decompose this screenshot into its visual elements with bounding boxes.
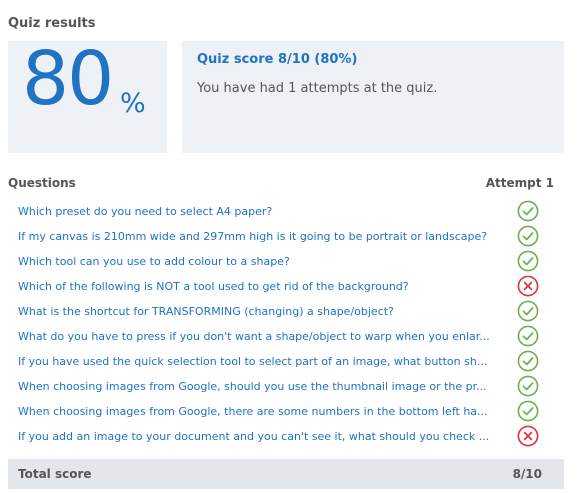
- check-circle-icon: [517, 225, 539, 247]
- check-circle-icon: [517, 300, 539, 322]
- score-percent-sign: %: [120, 88, 146, 119]
- question-link[interactable]: If you add an image to your document and…: [18, 430, 498, 443]
- total-score-value: 8/10: [512, 467, 542, 481]
- attempts-text: You have had 1 attempts at the quiz.: [197, 81, 438, 96]
- check-circle-icon: [517, 325, 539, 347]
- check-circle-icon: [517, 200, 539, 222]
- score-percent-value: 80: [22, 36, 114, 122]
- quiz-results-heading: Quiz results: [8, 16, 96, 31]
- check-circle-icon: [517, 250, 539, 272]
- question-row: Which tool can you use to add colour to …: [8, 249, 564, 274]
- check-circle-icon: [517, 350, 539, 372]
- question-list: Which preset do you need to select A4 pa…: [8, 199, 564, 449]
- total-score-label: Total score: [18, 467, 92, 481]
- x-circle-icon: [517, 425, 539, 447]
- question-row: Which of the following is NOT a tool use…: [8, 274, 564, 299]
- total-score-row: Total score 8/10: [8, 459, 564, 489]
- question-row: If you have used the quick selection too…: [8, 349, 564, 374]
- question-link[interactable]: Which of the following is NOT a tool use…: [18, 280, 498, 293]
- check-circle-icon: [517, 375, 539, 397]
- questions-column-header: Questions: [8, 176, 76, 190]
- question-row: When choosing images from Google, there …: [8, 399, 564, 424]
- question-row: If you add an image to your document and…: [8, 424, 564, 449]
- question-link[interactable]: When choosing images from Google, there …: [18, 405, 498, 418]
- question-link[interactable]: Which preset do you need to select A4 pa…: [18, 205, 498, 218]
- attempt-column-header: Attempt 1: [485, 176, 554, 190]
- check-circle-icon: [517, 400, 539, 422]
- question-row: If my canvas is 210mm wide and 297mm hig…: [8, 224, 564, 249]
- question-link[interactable]: If my canvas is 210mm wide and 297mm hig…: [18, 230, 498, 243]
- question-link[interactable]: When choosing images from Google, should…: [18, 380, 498, 393]
- question-link[interactable]: What do you have to press if you don't w…: [18, 330, 498, 343]
- question-link[interactable]: What is the shortcut for TRANSFORMING (c…: [18, 305, 498, 318]
- quiz-score-title: Quiz score 8/10 (80%): [197, 52, 358, 67]
- question-link[interactable]: If you have used the quick selection too…: [18, 355, 498, 368]
- question-link[interactable]: Which tool can you use to add colour to …: [18, 255, 498, 268]
- question-row: When choosing images from Google, should…: [8, 374, 564, 399]
- question-row: What is the shortcut for TRANSFORMING (c…: [8, 299, 564, 324]
- x-circle-icon: [517, 275, 539, 297]
- question-row: What do you have to press if you don't w…: [8, 324, 564, 349]
- question-row: Which preset do you need to select A4 pa…: [8, 199, 564, 224]
